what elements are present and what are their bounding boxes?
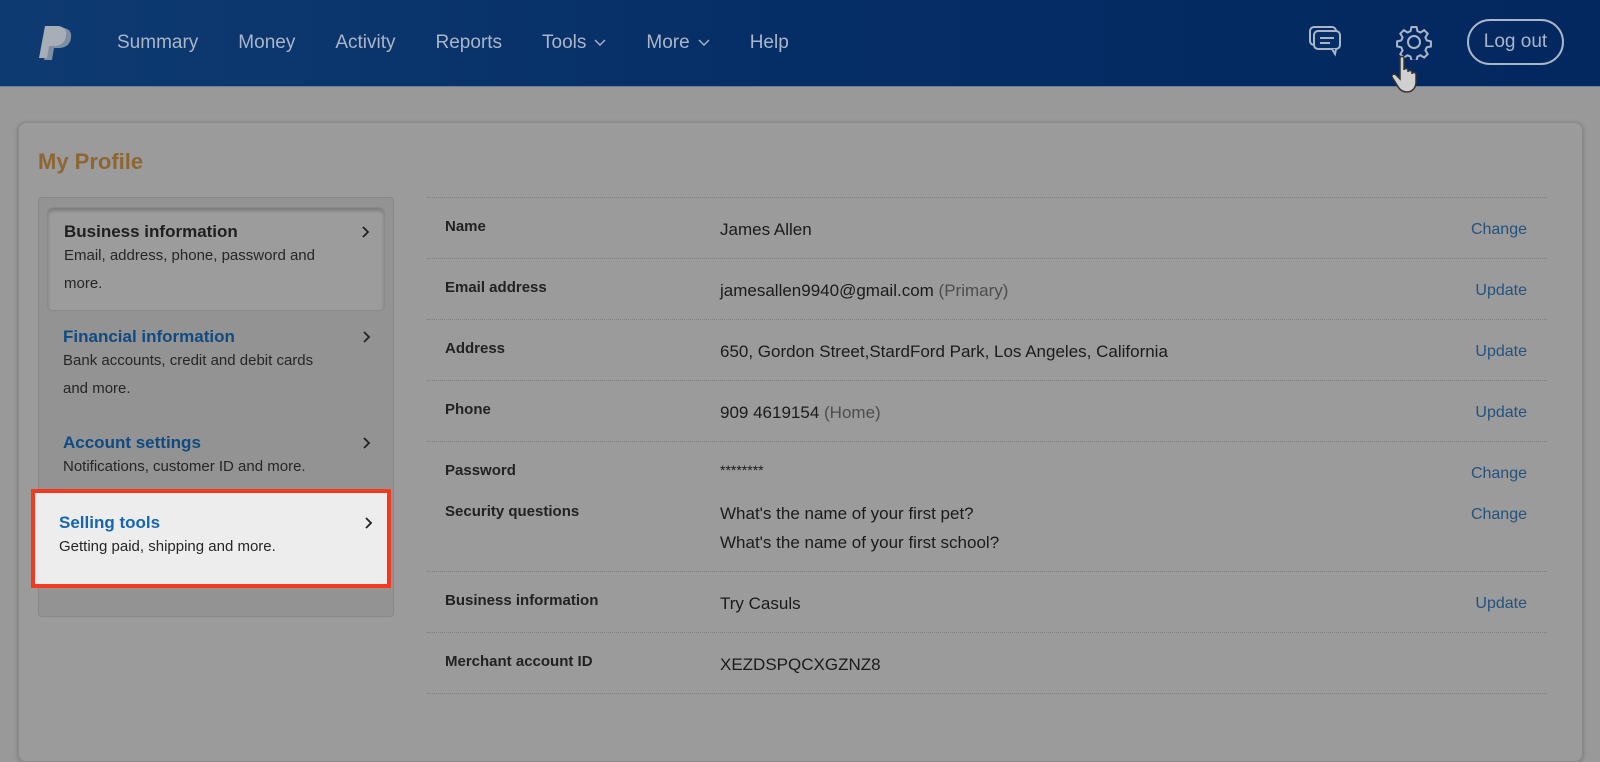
row-label: Business information (445, 592, 599, 609)
address-value: 650, Gordon Street,StardFord Park, Los A… (720, 342, 1168, 361)
row-label: Merchant account ID (445, 653, 593, 670)
chevron-right-icon (363, 331, 371, 343)
business-name-value: Try Casuls (720, 594, 801, 613)
password-value: ******** (720, 462, 764, 478)
row-label: Address (445, 340, 506, 357)
detail-row-name: Name James Allen Change (427, 197, 1547, 258)
nav-help[interactable]: Help (750, 32, 789, 54)
detail-row-phone: Phone 909 4619154 (Home) Update (427, 380, 1547, 441)
chevron-right-icon (362, 226, 370, 238)
row-value: Try Casuls (720, 594, 801, 614)
main-nav: Summary Money Activity Reports Tools Mor… (117, 0, 829, 86)
row-value: 650, Gordon Street,StardFord Park, Los A… (720, 342, 1168, 362)
nav-tools[interactable]: Tools (542, 32, 606, 54)
detail-row-business-information: Business information Try Casuls Update (427, 571, 1547, 632)
top-navigation-bar: Summary Money Activity Reports Tools Mor… (0, 0, 1600, 93)
sidebar-item-desc: Getting paid, shipping and more. (59, 538, 276, 555)
update-business-information-link[interactable]: Update (1475, 595, 1527, 613)
detail-row-email: Email address jamesallen9940@gmail.com (… (427, 258, 1547, 319)
name-value: James Allen (720, 220, 812, 239)
divider (427, 693, 1547, 694)
sidebar-item-account-settings[interactable]: Account settings Notifications, customer… (47, 419, 385, 495)
row-label: Password (445, 462, 516, 479)
nav-reports[interactable]: Reports (436, 32, 503, 54)
change-security-questions-link[interactable]: Change (1471, 506, 1527, 524)
profile-card: My Profile Business information Email, a… (18, 122, 1583, 762)
update-address-link[interactable]: Update (1475, 343, 1527, 361)
row-label: Name (445, 218, 486, 235)
detail-row-address: Address 650, Gordon Street,StardFord Par… (427, 319, 1547, 380)
nav-money[interactable]: Money (238, 32, 295, 54)
messages-icon[interactable] (1308, 25, 1344, 57)
update-phone-link[interactable]: Update (1475, 404, 1527, 422)
sidebar-item-desc: Notifications, customer ID and more. (63, 458, 306, 475)
row-value: jamesallen9940@gmail.com (Primary) (720, 281, 1008, 301)
sidebar-item-title: Account settings (63, 433, 201, 452)
security-question-2: What's the name of your first school? (720, 533, 1000, 552)
row-value: James Allen (720, 220, 812, 240)
sidebar-item-desc: Bank accounts, credit and debit cards an… (63, 352, 314, 397)
selling-tools-highlight: Selling tools Getting paid, shipping and… (31, 489, 391, 588)
paypal-logo-icon[interactable] (38, 24, 78, 64)
nav-help-label: Help (749, 32, 789, 53)
update-email-link[interactable]: Update (1475, 282, 1527, 300)
nav-activity-label: Activity (335, 32, 396, 53)
row-label: Email address (445, 279, 547, 296)
profile-details: Name James Allen Change Email address ja… (427, 197, 1547, 694)
page-title: My Profile (38, 149, 144, 174)
merchant-id-value: XEZDSPQCXGZNZ8 (720, 655, 881, 674)
change-name-link[interactable]: Change (1471, 221, 1527, 239)
row-value: 909 4619154 (Home) (720, 403, 881, 423)
nav-money-label: Money (238, 32, 296, 53)
row-value: XEZDSPQCXGZNZ8 (720, 655, 881, 675)
sidebar-item-desc: Email, address, phone, password and more… (64, 247, 315, 292)
row-label: Security questions (445, 503, 580, 520)
sidebar-item-title: Financial information (63, 327, 235, 346)
chevron-right-icon (363, 437, 371, 449)
row-label: Phone (445, 401, 491, 418)
chevron-down-icon (594, 39, 606, 46)
nav-activity[interactable]: Activity (335, 32, 395, 54)
hand-cursor-icon (1392, 55, 1417, 93)
sidebar-item-title: Selling tools (59, 513, 161, 532)
nav-summary-label: Summary (117, 32, 199, 53)
email-value: jamesallen9940@gmail.com (720, 281, 934, 300)
change-password-link[interactable]: Change (1471, 465, 1527, 483)
sidebar-item-title: Business information (64, 222, 238, 241)
nav-tools-label: Tools (542, 32, 587, 53)
chevron-down-icon (698, 39, 710, 46)
sidebar-item-selling-tools[interactable]: Selling tools Getting paid, shipping and… (35, 493, 387, 584)
nav-more[interactable]: More (646, 32, 710, 54)
security-question-1: What's the name of your first pet? (720, 504, 974, 523)
nav-summary[interactable]: Summary (117, 32, 198, 54)
phone-note: (Home) (824, 403, 881, 422)
logout-button[interactable]: Log out (1467, 19, 1564, 65)
nav-reports-label: Reports (435, 32, 503, 53)
nav-more-label: More (646, 32, 690, 53)
phone-value: 909 4619154 (720, 403, 820, 422)
detail-row-password-security: Password ******** Change Security questi… (427, 441, 1547, 571)
detail-row-merchant-id: Merchant account ID XEZDSPQCXGZNZ8 (427, 632, 1547, 693)
email-note: (Primary) (938, 281, 1009, 300)
sidebar-item-business-information[interactable]: Business information Email, address, pho… (47, 207, 385, 311)
chevron-right-icon (365, 517, 373, 529)
sidebar-item-financial-information[interactable]: Financial information Bank accounts, cre… (47, 313, 385, 417)
